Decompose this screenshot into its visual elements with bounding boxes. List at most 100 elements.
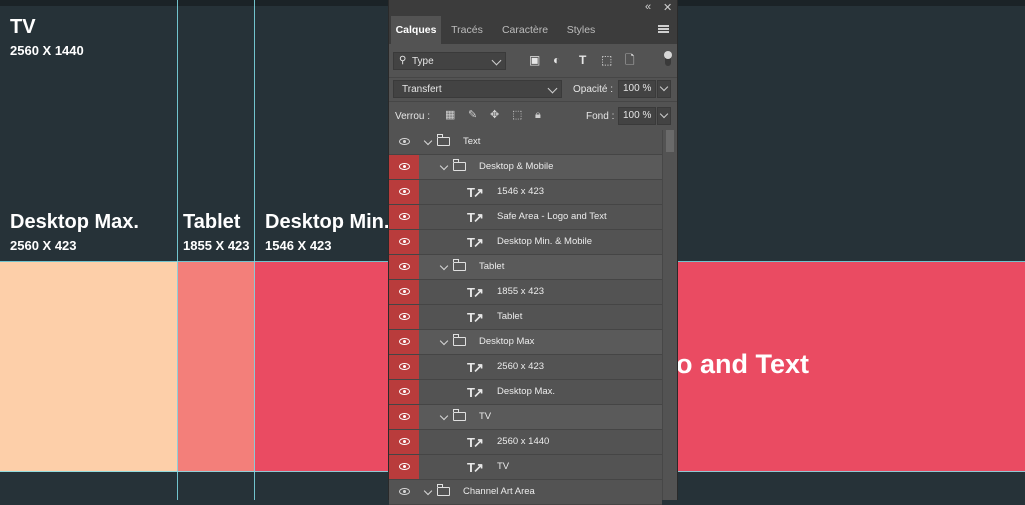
lock-transparent-pixels-icon[interactable]: ▦ (445, 109, 455, 121)
layer-row[interactable]: T↗ Tablet (389, 305, 662, 330)
desktop-max-zone (0, 262, 177, 472)
tab-traces[interactable]: Tracés (442, 16, 492, 44)
desktop-max-title: Desktop Max. (10, 211, 139, 233)
layer-group-row[interactable]: Tablet (389, 255, 662, 280)
visibility-toggle[interactable] (389, 180, 419, 204)
layer-group-row[interactable]: Text (389, 130, 662, 155)
chevron-down-icon[interactable] (439, 411, 449, 421)
layer-name: 2560 x 1440 (497, 436, 550, 447)
visibility-toggle[interactable] (389, 230, 419, 254)
smart-object-filter-icon[interactable]: 🗋 (625, 54, 635, 66)
lock-row: Verrou : ▦ ✎ ✥ ⬚ 🔒︎ Fond : 100 % (389, 101, 677, 130)
panel-menu-icon[interactable] (658, 25, 669, 33)
layer-row[interactable]: T↗ 2560 x 1440 (389, 430, 662, 455)
layer-row[interactable]: T↗ Safe Area - Logo and Text (389, 205, 662, 230)
eye-icon (399, 388, 410, 395)
text-layer-icon: T↗ (467, 360, 484, 375)
opacity-dropdown[interactable] (657, 80, 671, 98)
tab-styles[interactable]: Styles (557, 16, 605, 44)
panel-title-bar[interactable]: « ✕ (389, 0, 677, 16)
lock-all-icon[interactable]: 🔒︎ (535, 109, 541, 121)
text-layer-icon: T↗ (467, 235, 484, 250)
chevron-down-icon[interactable] (423, 486, 433, 496)
guide-vertical[interactable] (177, 0, 178, 500)
visibility-toggle[interactable] (389, 205, 419, 229)
layer-name: Tablet (479, 261, 505, 272)
folder-icon (452, 159, 466, 171)
visibility-toggle[interactable] (389, 355, 419, 379)
lock-artboard-icon[interactable]: ⬚ (512, 109, 522, 121)
layer-row[interactable]: T↗ Desktop Min. & Mobile (389, 230, 662, 255)
text-layer-icon: T↗ (467, 210, 484, 225)
visibility-toggle[interactable] (389, 455, 419, 479)
filter-kind-select[interactable]: ⚲ Type (393, 52, 506, 70)
visibility-toggle[interactable] (389, 155, 419, 179)
layer-name: Desktop Min. & Mobile (497, 236, 593, 247)
tv-title: TV (10, 16, 36, 38)
chevron-down-icon[interactable] (423, 136, 433, 146)
layer-row[interactable]: T↗ Desktop Max. (389, 380, 662, 405)
layer-row[interactable]: T↗ 1855 x 423 (389, 280, 662, 305)
layers-panel[interactable]: « ✕ Calques Tracés Caractère Styles ⚲ Ty… (388, 0, 678, 505)
visibility-toggle[interactable] (389, 480, 419, 504)
blend-row: Transfert Opacité : 100 % (389, 77, 677, 102)
close-panel-icon[interactable]: ✕ (663, 1, 672, 14)
layer-group-row[interactable]: Desktop Max (389, 330, 662, 355)
fill-dropdown[interactable] (657, 107, 671, 125)
tablet-title: Tablet (183, 211, 241, 233)
tablet-size: 1855 X 423 (183, 238, 250, 253)
visibility-toggle[interactable] (389, 130, 419, 154)
tablet-zone (177, 262, 254, 472)
image-filter-icon[interactable]: ▣ (529, 54, 540, 66)
eye-icon (399, 463, 410, 470)
layer-row[interactable]: T↗ 1546 x 423 (389, 180, 662, 205)
safe-area-text: o and Text (676, 349, 810, 379)
eye-icon (399, 263, 410, 270)
layer-group-row[interactable]: Desktop & Mobile (389, 155, 662, 180)
lock-position-icon[interactable]: ✥ (490, 109, 499, 121)
folder-icon (436, 134, 450, 146)
scroll-thumb[interactable] (666, 130, 674, 152)
visibility-toggle[interactable] (389, 280, 419, 304)
layer-row[interactable]: T↗ 2560 x 423 (389, 355, 662, 380)
opacity-input[interactable]: 100 % (618, 80, 656, 98)
layer-row[interactable]: T↗ TV (389, 455, 662, 480)
layer-name: Tablet (497, 311, 523, 322)
tab-caractere[interactable]: Caractère (494, 16, 556, 44)
layers-scrollbar[interactable] (662, 130, 677, 500)
filter-toggle[interactable] (664, 51, 672, 66)
visibility-toggle[interactable] (389, 430, 419, 454)
layer-name: 1546 x 423 (497, 186, 545, 197)
folder-icon (436, 484, 450, 496)
tab-calques[interactable]: Calques (391, 16, 441, 44)
lock-image-pixels-icon[interactable]: ✎ (468, 109, 477, 121)
text-layer-icon: T↗ (467, 385, 484, 400)
collapse-panel-icon[interactable]: « (645, 1, 651, 13)
visibility-toggle[interactable] (389, 305, 419, 329)
fill-label: Fond : (586, 111, 615, 122)
chevron-down-icon[interactable] (439, 161, 449, 171)
type-filter-icon[interactable]: T (579, 54, 586, 66)
eye-icon (399, 413, 410, 420)
eye-icon (399, 488, 410, 495)
fill-input[interactable]: 100 % (618, 107, 656, 125)
visibility-toggle[interactable] (389, 255, 419, 279)
blend-mode-select[interactable]: Transfert (393, 80, 562, 98)
search-icon: ⚲ (399, 55, 407, 66)
guide-vertical[interactable] (254, 0, 255, 500)
layer-name: 1855 x 423 (497, 286, 545, 297)
layer-group-row[interactable]: Channel Art Area (389, 480, 662, 505)
visibility-toggle[interactable] (389, 330, 419, 354)
chevron-down-icon[interactable] (439, 336, 449, 346)
layer-group-row[interactable]: TV (389, 405, 662, 430)
chevron-down-icon (547, 83, 558, 94)
shape-filter-icon[interactable]: ⬚ (601, 54, 612, 66)
visibility-toggle[interactable] (389, 380, 419, 404)
chevron-down-icon[interactable] (439, 261, 449, 271)
filter-kind-value: Type (412, 56, 434, 67)
adjustment-filter-icon[interactable]: ◐ (553, 54, 560, 66)
blend-mode-value: Transfert (402, 84, 442, 95)
text-layer-icon: T↗ (467, 310, 484, 325)
visibility-toggle[interactable] (389, 405, 419, 429)
layer-name: Text (463, 136, 481, 147)
